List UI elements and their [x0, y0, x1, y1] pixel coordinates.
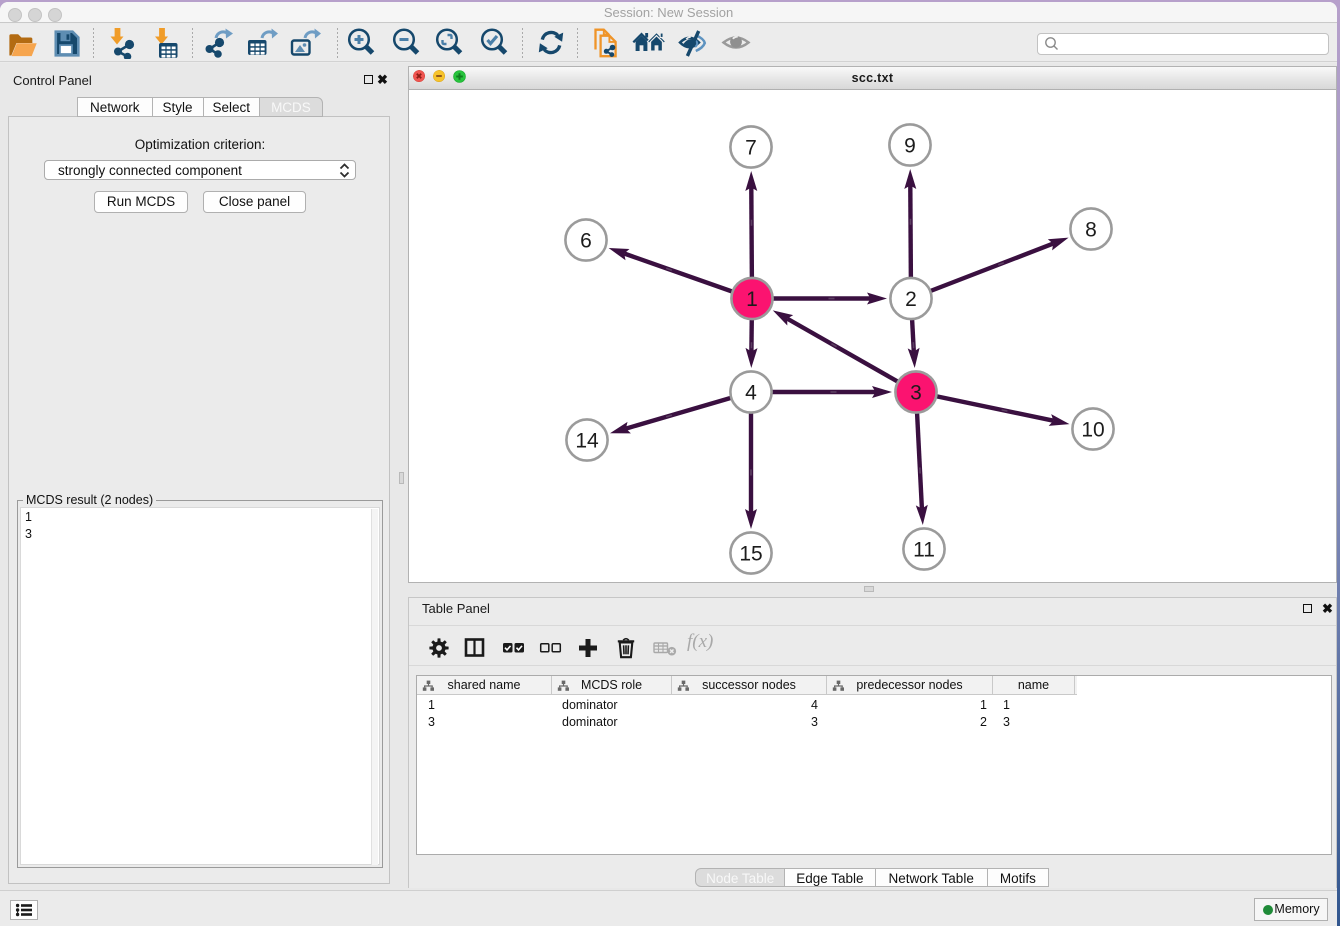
svg-text:8: 8 — [1085, 219, 1097, 242]
svg-text:11: 11 — [913, 539, 935, 562]
svg-text:3: 3 — [910, 382, 922, 405]
svg-text:15: 15 — [739, 543, 762, 566]
svg-text:1: 1 — [746, 288, 758, 311]
svg-text:10: 10 — [1081, 419, 1104, 442]
svg-text:4: 4 — [745, 382, 757, 405]
svg-text:14: 14 — [575, 430, 599, 453]
svg-text:2: 2 — [905, 288, 917, 311]
svg-text:6: 6 — [580, 230, 592, 253]
svg-text:7: 7 — [745, 137, 757, 160]
svg-text:9: 9 — [904, 135, 916, 158]
